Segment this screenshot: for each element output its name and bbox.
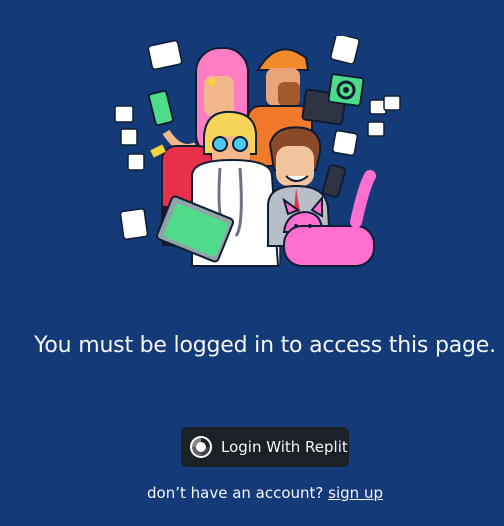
signup-prompt-text: don’t have an account? bbox=[147, 484, 324, 502]
sign-up-link[interactable]: sign up bbox=[328, 484, 383, 502]
login-with-replit-button[interactable]: Login With Replit bbox=[181, 427, 349, 467]
signup-prompt-line: don’t have an account? sign up bbox=[0, 484, 504, 502]
login-required-message: You must be logged in to access this pag… bbox=[34, 333, 496, 358]
login-button-label: Login With Replit bbox=[221, 438, 348, 456]
replit-logo-icon bbox=[190, 436, 212, 458]
people-illustration bbox=[114, 36, 401, 267]
